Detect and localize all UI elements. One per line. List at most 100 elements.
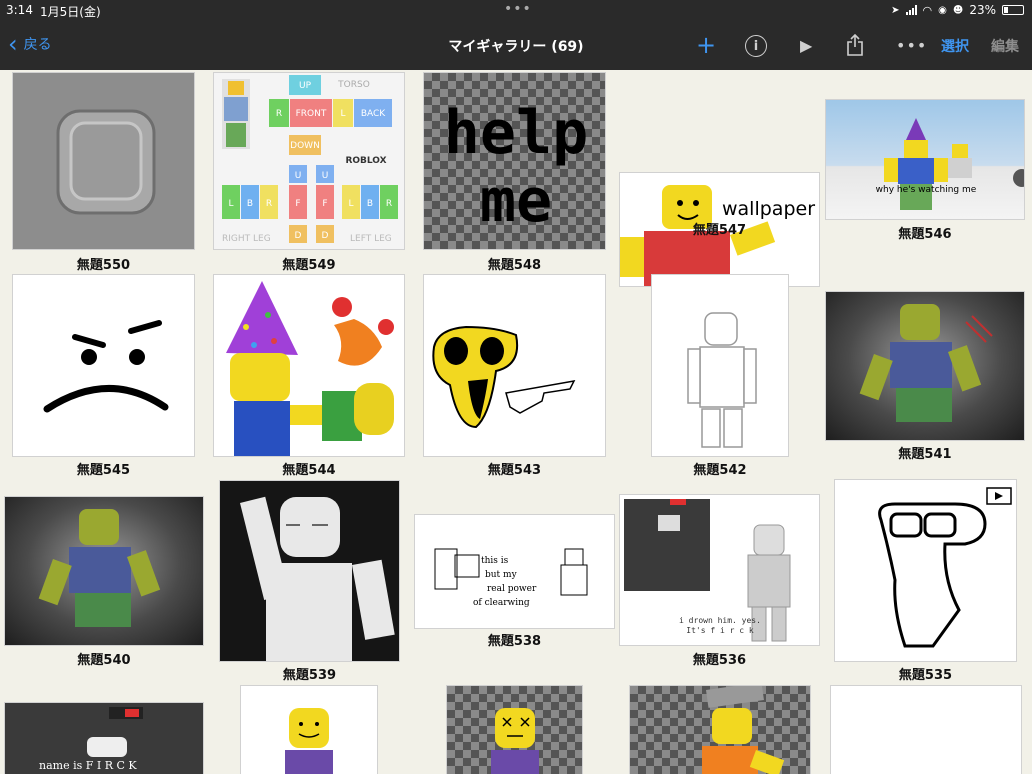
artwork-title: 無題541 (898, 447, 952, 462)
artwork-image (859, 304, 993, 422)
orientation-lock-icon: ◉ (938, 4, 947, 16)
multitasking-dots-icon[interactable]: ••• (504, 1, 532, 17)
artwork-image: i drown him. yes. It's f i r c k (624, 499, 791, 642)
artwork-thumbnail[interactable]: name is F I R C K (4, 702, 204, 774)
art-text: why he's watching me (876, 185, 977, 195)
artwork-thumbnail[interactable] (651, 274, 789, 457)
artwork-title: 無題539 (282, 668, 337, 683)
art-text: F (295, 199, 300, 209)
select-button[interactable]: 選択 (941, 36, 969, 56)
art-text: FRONT (296, 109, 327, 119)
art-text: ROBLOX (345, 156, 386, 166)
art-text: RIGHT LEG (222, 234, 271, 244)
artwork-image (56, 109, 156, 215)
artwork-thumbnail[interactable] (629, 685, 811, 774)
art-text: R (266, 199, 272, 209)
artwork-thumbnail[interactable] (446, 685, 583, 774)
artwork-thumbnail[interactable]: UP TORSO R FRONT L BACK DOWN ROBLOX U U … (213, 72, 405, 250)
art-text: B (247, 199, 253, 209)
art-text: L (228, 199, 233, 209)
artwork-thumbnail[interactable] (12, 274, 195, 457)
artwork-title: 無題543 (487, 463, 542, 478)
info-icon: i (753, 38, 759, 54)
artwork-image (43, 320, 169, 413)
artwork-image (240, 496, 395, 661)
artwork-title: 無題544 (282, 463, 336, 478)
art-text: real power (487, 584, 537, 594)
status-bar: 3:14 1月5日(金) ••• ➤ ◠ ◉ ☻ 23% (0, 0, 1032, 22)
art-text: R (386, 199, 392, 209)
artwork-title: 無題548 (487, 258, 542, 273)
art-text: this is (481, 556, 509, 566)
artwork-thumbnail[interactable]: why he's watching me (825, 99, 1025, 220)
art-text: L (340, 109, 345, 119)
art-text: F (322, 199, 327, 209)
art-text: me (480, 166, 552, 236)
artwork-title: 無題538 (487, 634, 542, 649)
artwork-title: 無題549 (282, 258, 336, 273)
artwork-thumbnail[interactable] (423, 274, 606, 457)
artwork-image (491, 708, 539, 774)
status-icons: ➤ ◠ ◉ ☻ 23% (891, 3, 1024, 17)
art-text: UP (299, 81, 312, 91)
nav-bar: ‹ 戻る マイギャラリー (69) + i ▶ ••• 選択 編集 (0, 22, 1032, 70)
art-text: LEFT LEG (350, 234, 392, 244)
artwork-thumbnail[interactable]: help me (423, 72, 606, 250)
art-text: B (367, 199, 373, 209)
artwork-thumbnail[interactable]: this is but my real power of clearwing (414, 514, 615, 629)
artwork-image (432, 325, 576, 429)
art-text: of clearwing (473, 598, 530, 608)
art-text: D (322, 231, 329, 241)
artwork-image (687, 312, 757, 448)
artwork-thumbnail[interactable] (825, 291, 1025, 441)
artwork-thumbnail[interactable]: i drown him. yes. It's f i r c k (619, 494, 820, 646)
art-text: D (295, 231, 302, 241)
ellipsis-icon: ••• (896, 35, 928, 55)
artwork-image (702, 686, 785, 774)
artwork-title: 無題540 (77, 653, 131, 668)
art-text: i drown him. yes. (679, 616, 761, 625)
play-icon: ▶ (800, 35, 813, 55)
art-text: name is F I R C K (39, 759, 137, 772)
artwork-image: UP TORSO R FRONT L BACK DOWN ROBLOX U U … (222, 75, 398, 244)
art-text: U (295, 171, 302, 181)
art-text: help (444, 98, 589, 168)
artwork-image: help me (444, 98, 589, 236)
artwork-title: 無題536 (692, 653, 747, 668)
art-text: BACK (361, 109, 386, 119)
artwork-image (38, 509, 161, 627)
artwork-title: 無題546 (898, 227, 952, 242)
artwork-thumbnail[interactable] (240, 685, 378, 774)
signal-icon (905, 5, 917, 15)
battery-icon (1002, 5, 1024, 15)
art-text: wallpaper (722, 198, 815, 220)
more-button[interactable]: ••• (896, 32, 927, 58)
art-text: It's f i r c k (686, 626, 754, 635)
info-button[interactable]: i (745, 35, 767, 57)
share-button[interactable] (846, 32, 864, 58)
artwork-thumbnail[interactable] (834, 479, 1017, 662)
artwork-thumbnail[interactable] (12, 72, 195, 250)
artwork-image (285, 708, 333, 774)
art-text: TORSO (337, 80, 370, 90)
artwork-image: name is F I R C K (39, 707, 143, 772)
share-icon (847, 34, 863, 56)
page-title: マイギャラリー (69) (448, 39, 584, 55)
artwork-thumbnail[interactable] (213, 274, 405, 457)
location-arrow-icon: ➤ (891, 4, 900, 16)
art-text: L (348, 199, 353, 209)
artwork-title: 無題545 (76, 463, 131, 478)
art-text: DOWN (290, 141, 320, 151)
artwork-image (226, 281, 394, 456)
edit-button[interactable]: 編集 (991, 36, 1019, 56)
artwork-image (878, 487, 1012, 648)
artwork-title: 無題547 (692, 223, 747, 238)
play-button[interactable]: ▶ (800, 32, 812, 58)
artwork-thumbnail[interactable] (4, 496, 204, 646)
artwork-title: 無題535 (898, 668, 953, 683)
artwork-thumbnail[interactable] (830, 685, 1022, 774)
art-text: U (322, 171, 329, 181)
wifi-icon: ◠ (922, 3, 933, 17)
artwork-thumbnail[interactable] (219, 480, 400, 662)
add-button[interactable]: + (696, 31, 716, 59)
